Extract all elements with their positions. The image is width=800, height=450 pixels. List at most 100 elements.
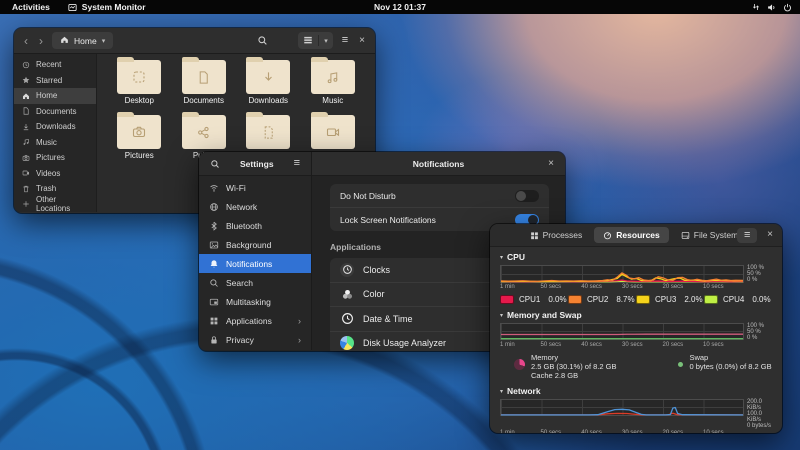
menu-icon: ≡ <box>743 228 751 241</box>
memory-stats: Memory 2.5 GB (30.1%) of 8.2 GB Cache 2.… <box>514 353 772 380</box>
settings-search-button[interactable] <box>208 157 222 171</box>
folder-downloads[interactable]: Downloads <box>236 56 301 105</box>
settings-item-label: Wi-Fi <box>226 182 246 193</box>
system-status-area[interactable] <box>752 0 792 14</box>
folder-label: Downloads <box>248 96 289 105</box>
forward-button[interactable]: › <box>37 35 45 47</box>
network-section-header[interactable]: ▾ Network <box>500 386 772 396</box>
app-label: Date & Time <box>363 313 413 324</box>
memory-section-title: Memory and Swap <box>507 310 582 320</box>
settings-item-label: Background <box>226 239 272 250</box>
cpu1-legend-item[interactable]: CPU1 0.0% <box>500 295 568 304</box>
sidebar-item-home[interactable]: Home <box>14 88 96 104</box>
sidebar-item-label: Home <box>36 91 58 101</box>
activities-button[interactable]: Activities <box>10 3 52 12</box>
document-emblem-icon <box>199 70 209 84</box>
sidebar-item-label: Recent <box>36 60 62 70</box>
settings-item-bluetooth[interactable]: Bluetooth <box>199 216 311 235</box>
lock-screen-notifications-label: Lock Screen Notifications <box>340 214 436 225</box>
do-not-disturb-toggle[interactable] <box>515 189 539 202</box>
view-toggle-button[interactable]: ▾ <box>298 32 333 49</box>
location-breadcrumb[interactable]: Home ▾ <box>52 32 114 49</box>
folder-desktop[interactable]: Desktop <box>107 56 172 105</box>
settings-item-multitasking[interactable]: Multitasking <box>199 292 311 311</box>
cpu2-legend-item[interactable]: CPU2 8.7% <box>568 295 636 304</box>
folder-pictures[interactable]: Pictures <box>107 111 172 160</box>
settings-item-network[interactable]: Network <box>199 197 311 216</box>
chevron-right-icon: › <box>298 334 301 345</box>
files-close-button[interactable]: × <box>357 34 367 48</box>
cpu3-swatch <box>636 295 650 304</box>
sidebar-item-label: Trash <box>36 184 57 194</box>
memory-section-header[interactable]: ▾ Memory and Swap <box>500 310 772 320</box>
search-button[interactable] <box>255 33 270 48</box>
clock-button[interactable]: Nov 12 01:37 <box>374 2 426 12</box>
download-emblem-icon <box>264 71 272 81</box>
back-button[interactable]: ‹ <box>22 35 30 47</box>
settings-item-wifi[interactable]: Wi-Fi <box>199 178 311 197</box>
folder-music[interactable]: Music <box>301 56 366 105</box>
settings-headerbar: Settings ≡ Notifications × <box>199 152 565 176</box>
sidebar-item-starred[interactable]: Starred <box>14 73 96 89</box>
disclosure-triangle-icon: ▾ <box>500 388 504 395</box>
memory-cache-value: Cache 2.8 GB <box>531 371 579 380</box>
close-icon: × <box>548 157 554 169</box>
memory-label: Memory <box>531 353 559 362</box>
camera-emblem-icon <box>133 126 146 138</box>
color-app-icon <box>340 287 354 301</box>
settings-item-label: Notifications <box>226 258 273 269</box>
chevron-down-icon: ▾ <box>101 37 106 45</box>
sidebar-item-music[interactable]: Music <box>14 135 96 151</box>
settings-item-label: Search <box>226 277 253 288</box>
settings-item-privacy[interactable]: Privacy › <box>199 330 311 349</box>
tab-resources[interactable]: Resources <box>594 227 669 243</box>
folder-documents[interactable]: Documents <box>172 56 237 105</box>
disk-usage-analyzer-app-icon <box>340 336 354 351</box>
system-monitor-window: Processes Resources File Systems ≡ × ▾ C… <box>490 224 782 433</box>
network-y-axis: 200.0 KiB/s 100.0 KiB/s 0 bytes/s <box>747 399 772 429</box>
settings-item-background[interactable]: Background <box>199 235 311 254</box>
swap-usage-value: 0 bytes (0.0%) of 8.2 GB <box>689 362 772 371</box>
menu-icon: ≡ <box>293 157 300 169</box>
folder-label: Music <box>322 96 344 105</box>
sidebar-item-other-locations[interactable]: Other Locations <box>14 195 96 213</box>
sidebar-item-downloads[interactable]: Downloads <box>14 119 96 135</box>
date-time-app-icon <box>340 312 354 326</box>
sidebar-item-trash[interactable]: Trash <box>14 181 96 197</box>
sidebar-item-label: Documents <box>36 106 77 116</box>
system-monitor-close-button[interactable]: × <box>765 228 775 242</box>
file-systems-icon <box>681 231 690 239</box>
menu-icon: ≡ <box>341 34 349 46</box>
settings-item-applications[interactable]: Applications › <box>199 311 311 330</box>
sidebar-item-label: Videos <box>36 168 61 178</box>
cpu-y-axis: 100 % 50 % 0 % <box>747 265 765 283</box>
sidebar-item-pictures[interactable]: Pictures <box>14 150 96 166</box>
swap-dot-icon <box>678 362 684 367</box>
close-icon: × <box>767 229 773 240</box>
panel-title: Notifications <box>412 158 465 169</box>
memory-usage-value: 2.5 GB (30.1%) of 8.2 GB <box>531 362 617 371</box>
sidebar-item-documents[interactable]: Documents <box>14 104 96 120</box>
cpu3-legend-item[interactable]: CPU3 2.0% <box>636 295 704 304</box>
sidebar-item-videos[interactable]: Videos <box>14 166 96 182</box>
focused-app-indicator[interactable]: System Monitor <box>68 2 146 12</box>
settings-item-search[interactable]: Search <box>199 273 311 292</box>
sidebar-item-label: Starred <box>36 75 63 85</box>
tab-processes[interactable]: Processes <box>521 227 592 243</box>
resources-icon <box>604 231 612 239</box>
cpu4-legend-item[interactable]: CPU4 0.0% <box>704 295 772 304</box>
app-label: Disk Usage Analyzer <box>363 338 447 349</box>
swap-usage-block: Swap 0 bytes (0.0%) of 8.2 GB <box>678 353 772 380</box>
settings-item-notifications[interactable]: Notifications <box>199 254 311 273</box>
memory-usage-block: Memory 2.5 GB (30.1%) of 8.2 GB Cache 2.… <box>514 353 616 380</box>
memory-x-axis: 1 min 50 secs 40 secs 30 secs 20 secs 10 secs <box>500 342 724 348</box>
app-label: Clocks <box>363 264 391 275</box>
cpu-section-header[interactable]: ▾ CPU <box>500 252 772 262</box>
settings-menu-button[interactable]: ≡ <box>292 156 302 171</box>
settings-close-button[interactable]: × <box>546 157 556 171</box>
system-monitor-menu-button[interactable]: ≡ <box>737 227 758 243</box>
files-menu-button[interactable]: ≡ <box>340 33 350 48</box>
sidebar-item-recent[interactable]: Recent <box>14 57 96 73</box>
desktop: Activities System Monitor Nov 12 01:37 ‹ <box>0 0 800 450</box>
chevron-down-icon: ▾ <box>324 37 328 45</box>
